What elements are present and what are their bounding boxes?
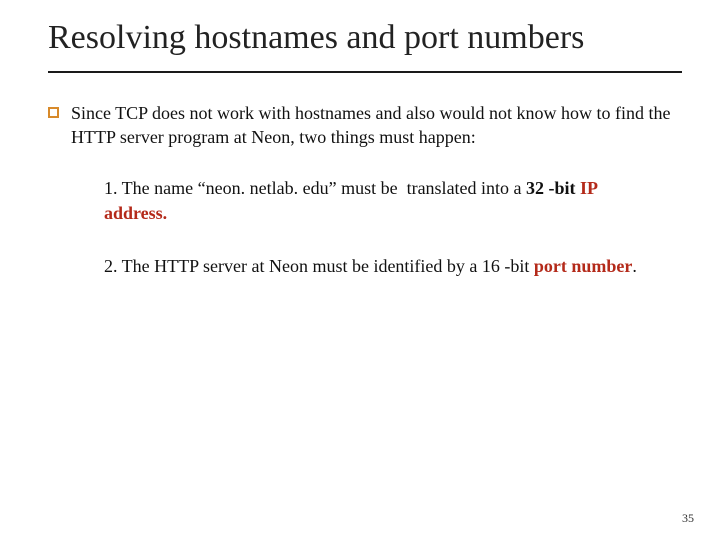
slide-body: Since TCP does not work with hostnames a… bbox=[48, 101, 682, 279]
bullet-item: Since TCP does not work with hostnames a… bbox=[48, 101, 682, 150]
square-bullet-icon bbox=[48, 107, 59, 118]
item2-prefix: 2. The HTTP server at Neon must be ident… bbox=[104, 256, 534, 276]
slide: Resolving hostnames and port numbers Sin… bbox=[0, 0, 720, 540]
slide-title: Resolving hostnames and port numbers bbox=[48, 18, 682, 73]
item2-emphasis: port number bbox=[534, 256, 633, 276]
item2-suffix: . bbox=[632, 256, 637, 276]
page-number: 35 bbox=[682, 511, 694, 526]
bullet-text: Since TCP does not work with hostnames a… bbox=[71, 101, 682, 150]
numbered-item-2: 2. The HTTP server at Neon must be ident… bbox=[104, 254, 662, 279]
numbered-item-1: 1. The name “neon. netlab. edu” must be … bbox=[104, 176, 662, 226]
item1-prefix: 1. The name “neon. netlab. edu” must be … bbox=[104, 178, 526, 198]
item1-bold: 32 -bit bbox=[526, 178, 580, 198]
